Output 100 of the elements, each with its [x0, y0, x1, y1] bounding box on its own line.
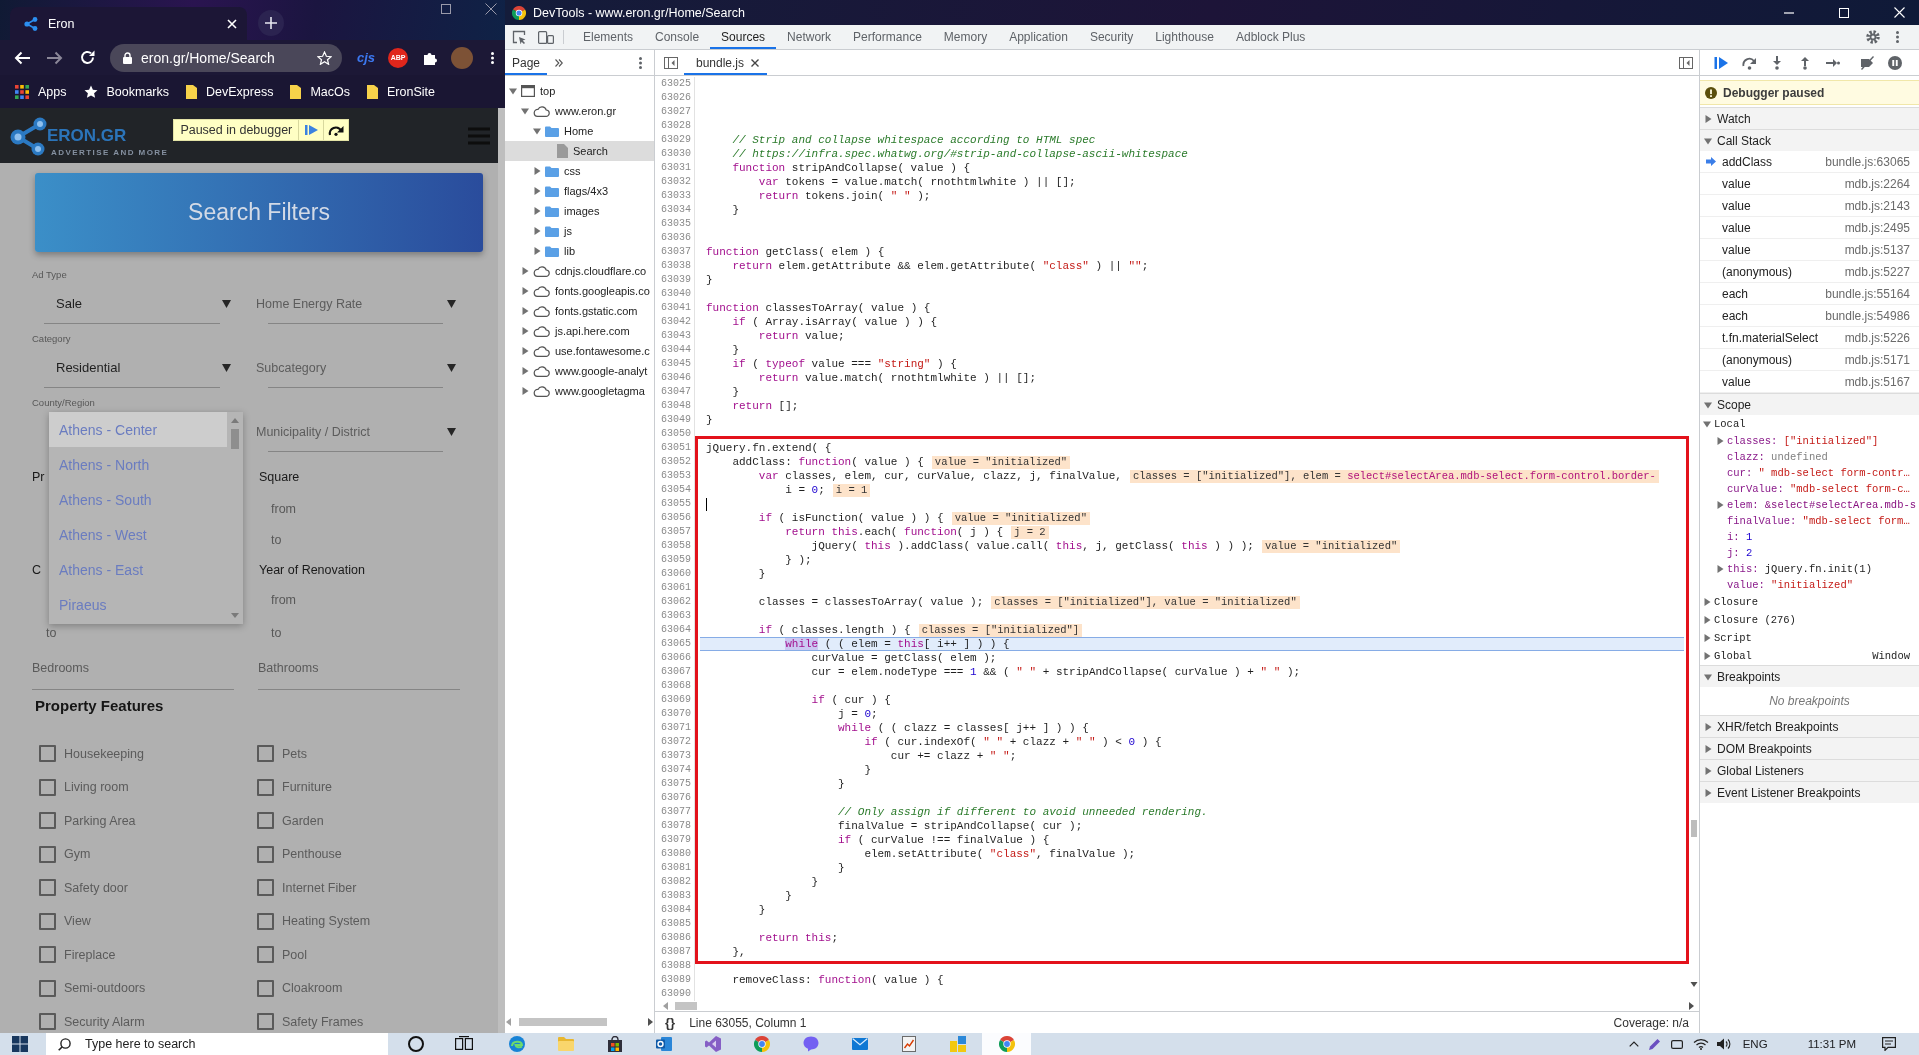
- triangle-icon[interactable]: [1703, 598, 1711, 606]
- more-icon[interactable]: [639, 56, 642, 69]
- caret-down-icon[interactable]: [222, 363, 231, 372]
- avatar-icon[interactable]: [451, 46, 474, 69]
- bookmark[interactable]: MacOs: [290, 84, 350, 99]
- section-header[interactable]: Call Stack: [1700, 129, 1919, 151]
- pen-icon[interactable]: [1648, 1038, 1661, 1050]
- bookmark[interactable]: DevExpress: [186, 84, 274, 99]
- section-header[interactable]: Event Listener Breakpoints: [1700, 781, 1919, 803]
- checkbox[interactable]: [257, 1013, 274, 1031]
- triangle-icon[interactable]: [1704, 114, 1712, 123]
- section-header[interactable]: Global Listeners: [1700, 759, 1919, 781]
- section-header[interactable]: Scope: [1700, 393, 1919, 415]
- search-field[interactable]: Type here to search: [46, 1033, 388, 1055]
- tree-item[interactable]: js.api.here.com: [505, 321, 654, 341]
- tree-item[interactable]: flags/4x3: [505, 181, 654, 201]
- triangle-icon[interactable]: [1704, 744, 1712, 753]
- notification-icon[interactable]: [1882, 1037, 1896, 1051]
- call-frame[interactable]: (anonymous) mdb.js:5171: [1700, 349, 1919, 371]
- tree-item[interactable]: js: [505, 221, 654, 241]
- checkbox[interactable]: [39, 979, 56, 997]
- triangle-icon[interactable]: [521, 107, 529, 115]
- scrollbar[interactable]: [498, 108, 505, 1033]
- star-icon[interactable]: [317, 50, 332, 65]
- caret-down-icon[interactable]: [447, 299, 456, 308]
- triangle-icon[interactable]: [533, 187, 541, 195]
- checkbox[interactable]: [257, 879, 274, 897]
- panel-tab[interactable]: Adblock Plus: [1224, 25, 1317, 49]
- checkbox[interactable]: [39, 812, 56, 830]
- section-header[interactable]: Breakpoints: [1700, 665, 1919, 687]
- triangle-icon[interactable]: [1716, 565, 1724, 573]
- section-header[interactable]: DOM Breakpoints: [1700, 737, 1919, 759]
- tree-item[interactable]: top: [505, 81, 654, 101]
- to-field[interactable]: to: [271, 533, 381, 547]
- address-field[interactable]: eron.gr/Home/Search: [110, 43, 342, 72]
- extension-button[interactable]: cjs: [357, 50, 376, 65]
- four-panes-icon[interactable]: [12, 1036, 28, 1052]
- bookmark[interactable]: EronSite: [367, 84, 435, 99]
- select-field[interactable]: Home Energy Rate: [256, 296, 406, 311]
- restore-icon[interactable]: [441, 4, 451, 14]
- select-field[interactable]: Municipality / District: [256, 424, 406, 439]
- triangle-icon[interactable]: [521, 367, 529, 375]
- file-tab[interactable]: bundle.js: [684, 50, 768, 75]
- triangle-icon[interactable]: [521, 327, 529, 335]
- checkbox[interactable]: [39, 912, 56, 930]
- triangle-icon[interactable]: [521, 287, 529, 295]
- triangle-icon[interactable]: [509, 87, 517, 95]
- checkbox[interactable]: [39, 778, 56, 796]
- checkbox[interactable]: [39, 879, 56, 897]
- tree-item[interactable]: Home: [505, 121, 654, 141]
- triangle-icon[interactable]: [1704, 672, 1712, 681]
- triangle-icon[interactable]: [1703, 634, 1711, 642]
- call-frame[interactable]: value mdb.js:2264: [1700, 173, 1919, 195]
- triangle-icon[interactable]: [1703, 420, 1711, 428]
- from-field[interactable]: from: [271, 501, 381, 516]
- panel-tab[interactable]: Sources: [710, 25, 777, 49]
- tree-item[interactable]: lib: [505, 241, 654, 261]
- panel-tab[interactable]: Lighthouse: [1144, 25, 1225, 49]
- forward-icon[interactable]: [47, 50, 63, 65]
- triangle-icon[interactable]: [533, 207, 541, 215]
- panel-tab[interactable]: Elements: [572, 25, 645, 49]
- close-icon[interactable]: [751, 58, 760, 67]
- triangle-icon[interactable]: [1703, 616, 1711, 624]
- triangle-icon[interactable]: [533, 227, 541, 235]
- bookmark[interactable]: Apps: [15, 84, 67, 99]
- pause-circle-icon[interactable]: [1888, 55, 1902, 70]
- to-field[interactable]: to: [46, 626, 156, 640]
- tree-item[interactable]: www.googletagma: [505, 381, 654, 401]
- triangle-icon[interactable]: [533, 247, 541, 255]
- checkbox[interactable]: [257, 979, 274, 997]
- reload-icon[interactable]: [80, 50, 95, 65]
- to-field[interactable]: to: [271, 626, 381, 640]
- triangle-icon[interactable]: [521, 387, 529, 395]
- panel-tab[interactable]: Security: [1078, 25, 1145, 49]
- triangle-icon[interactable]: [1704, 722, 1712, 731]
- select-field[interactable]: Sale: [56, 296, 83, 311]
- checkbox[interactable]: [257, 778, 274, 796]
- caret-down-icon[interactable]: [222, 299, 231, 308]
- bathrooms-field[interactable]: Bathrooms: [258, 656, 460, 690]
- volume-icon[interactable]: [1716, 1038, 1731, 1050]
- bedrooms-field[interactable]: Bedrooms: [32, 656, 234, 690]
- wifi-icon[interactable]: [1692, 1038, 1709, 1050]
- tree-item[interactable]: css: [505, 161, 654, 181]
- section-header[interactable]: XHR/fetch Breakpoints: [1700, 715, 1919, 737]
- more-icon[interactable]: [491, 51, 495, 64]
- panel-tab[interactable]: Network: [776, 25, 843, 49]
- panel-tab[interactable]: Console: [644, 25, 711, 49]
- tree-item[interactable]: fonts.googleapis.co: [505, 281, 654, 301]
- minimize-icon[interactable]: [1784, 11, 1794, 14]
- checkbox[interactable]: [257, 912, 274, 930]
- panel-toggle-icon[interactable]: [1679, 56, 1693, 69]
- triangle-icon[interactable]: [1704, 400, 1712, 409]
- checkbox[interactable]: [257, 745, 274, 763]
- call-frame[interactable]: each bundle.js:55164: [1700, 283, 1919, 305]
- call-frame[interactable]: t.fn.materialSelect mdb.js:5226: [1700, 327, 1919, 349]
- close-icon[interactable]: [485, 3, 497, 15]
- settings-icon[interactable]: [1866, 30, 1880, 44]
- inspect-icon[interactable]: [512, 30, 526, 44]
- select-field[interactable]: Residential: [56, 360, 121, 375]
- back-icon[interactable]: [14, 50, 30, 65]
